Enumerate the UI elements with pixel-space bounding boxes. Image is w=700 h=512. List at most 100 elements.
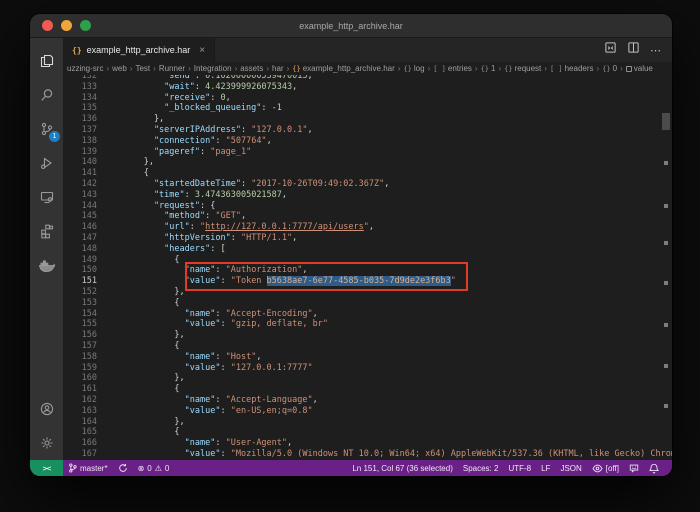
code-line[interactable]: 133"wait": 4.423999926075343,	[63, 82, 672, 93]
code-line[interactable]: 158"name": "Host",	[63, 352, 672, 363]
code-line[interactable]: 151"value": "Token b5638ae7-6e77-4585-b0…	[63, 276, 672, 287]
code-line[interactable]: 142"startedDateTime": "2017-10-26T09:49:…	[63, 179, 672, 190]
spell-checker-item[interactable]: [off]	[587, 460, 624, 476]
tab-example-http-archive[interactable]: {} example_http_archive.har ×	[63, 38, 215, 62]
line-number: 150	[63, 265, 113, 276]
overview-ruler-mark	[664, 161, 668, 165]
breadcrumb-item-web[interactable]: web	[112, 64, 127, 73]
code-line[interactable]: 141{	[63, 168, 672, 179]
code-line[interactable]: 144"request": {	[63, 201, 672, 212]
remote-explorer-icon[interactable]	[30, 180, 63, 214]
code-line[interactable]: 139"pageref": "page_1"	[63, 147, 672, 158]
account-icon[interactable]	[30, 392, 63, 426]
breadcrumb-item-test[interactable]: Test	[135, 64, 150, 73]
minimize-window-button[interactable]	[61, 20, 72, 31]
breadcrumb-item-integration[interactable]: Integration	[194, 64, 232, 73]
breadcrumb-item-entries[interactable]: [ ]entries	[433, 64, 472, 73]
breadcrumb-item-value[interactable]: value	[626, 64, 653, 73]
breadcrumb-item-example-http-archive-har[interactable]: {}example_http_archive.har	[292, 64, 395, 73]
line-number: 154	[63, 309, 113, 320]
token: ,	[241, 211, 246, 221]
code-line[interactable]: 132"send": 0.102000000539470013,	[63, 75, 672, 82]
token: },	[154, 114, 164, 124]
code-line[interactable]: 136},	[63, 114, 672, 125]
split-editor-icon[interactable]	[627, 41, 640, 59]
token: {	[174, 384, 179, 394]
open-changes-icon[interactable]	[604, 41, 617, 59]
breadcrumb-item-har[interactable]: har	[272, 64, 284, 73]
docker-icon[interactable]	[30, 248, 63, 282]
token: :	[231, 233, 241, 243]
code-line[interactable]: 140},	[63, 157, 672, 168]
token: :	[215, 352, 225, 362]
code-line[interactable]: 138"connection": "507764",	[63, 136, 672, 147]
breadcrumb-item-headers[interactable]: [ ]headers	[550, 64, 594, 73]
code-line[interactable]: 167"value": "Mozilla/5.0 (Windows NT 10.…	[63, 449, 672, 460]
code-line[interactable]: 160},	[63, 373, 672, 384]
eol-item[interactable]: LF	[536, 460, 555, 476]
code-line[interactable]: 134"receive": 0,	[63, 93, 672, 104]
run-debug-icon[interactable]	[30, 146, 63, 180]
code-line[interactable]: 145"method": "GET",	[63, 211, 672, 222]
code-line[interactable]: 154"name": "Accept-Encoding",	[63, 309, 672, 320]
code-line[interactable]: 135"_blocked_queueing": -1	[63, 103, 672, 114]
encoding-item[interactable]: UTF-8	[503, 460, 536, 476]
code-line[interactable]: 159"value": "127.0.0.1:7777"	[63, 363, 672, 374]
code-line[interactable]: 156},	[63, 330, 672, 341]
problems-item[interactable]: ⊗ 0 ⚠ 0	[133, 460, 175, 476]
code-line[interactable]: 163"value": "en-US,en;q=0.8"	[63, 406, 672, 417]
search-icon[interactable]	[30, 78, 63, 112]
code-line[interactable]: 137"serverIPAddress": "127.0.0.1",	[63, 125, 672, 136]
breadcrumb-item-assets[interactable]: assets	[240, 64, 263, 73]
token: :	[215, 438, 225, 448]
code-line[interactable]: 143"time": 3.474363005021587,	[63, 190, 672, 201]
code-line[interactable]: 162"name": "Accept-Language",	[63, 395, 672, 406]
sync-item[interactable]	[113, 460, 133, 476]
breadcrumb-item-0[interactable]: {}0	[602, 64, 617, 73]
line-number: 135	[63, 103, 113, 114]
code-line[interactable]: 148"headers": [	[63, 244, 672, 255]
notifications-item[interactable]	[644, 460, 664, 476]
code-text: },	[113, 114, 672, 125]
line-number: 134	[63, 93, 113, 104]
maximize-window-button[interactable]	[80, 20, 91, 31]
code-line[interactable]: 153{	[63, 298, 672, 309]
breadcrumb-item-1[interactable]: {}1	[481, 64, 496, 73]
code-line[interactable]: 150"name": "Authorization",	[63, 265, 672, 276]
indentation-item[interactable]: Spaces: 2	[458, 460, 504, 476]
cursor-position-item[interactable]: Ln 151, Col 67 (36 selected)	[347, 460, 458, 476]
breadcrumb-item-uzzing-src[interactable]: uzzing-src	[67, 64, 103, 73]
code-line[interactable]: 149{	[63, 255, 672, 266]
close-window-button[interactable]	[42, 20, 53, 31]
code-line[interactable]: 152},	[63, 287, 672, 298]
code-line[interactable]: 155"value": "gzip, deflate, br"	[63, 319, 672, 330]
code-line[interactable]: 161{	[63, 384, 672, 395]
code-line[interactable]: 147"httpVersion": "HTTP/1.1",	[63, 233, 672, 244]
settings-gear-icon[interactable]	[30, 426, 63, 460]
code-line[interactable]: 165{	[63, 427, 672, 438]
breadcrumb-label: entries	[448, 64, 472, 73]
extensions-icon[interactable]	[30, 214, 63, 248]
source-control-icon[interactable]: 1	[30, 112, 63, 146]
git-branch-item[interactable]: master*	[63, 460, 113, 476]
more-actions-icon[interactable]: ⋯	[650, 44, 662, 57]
code-line[interactable]: 166"name": "User-Agent",	[63, 438, 672, 449]
remote-indicator[interactable]: ><	[30, 460, 63, 476]
breadcrumb-item-log[interactable]: {}log	[403, 64, 424, 73]
code-line[interactable]: 146"url": "http://127.0.0.1:7777/api/use…	[63, 222, 672, 233]
feedback-item[interactable]	[624, 460, 644, 476]
token: -1	[272, 103, 282, 113]
token: ,	[256, 352, 261, 362]
token: :	[241, 179, 251, 189]
language-mode-item[interactable]: JSON	[555, 460, 586, 476]
breadcrumb-item-runner[interactable]: Runner	[159, 64, 185, 73]
breadcrumb-item-request[interactable]: {}request	[504, 64, 541, 73]
code-line[interactable]: 157{	[63, 341, 672, 352]
explorer-icon[interactable]	[30, 44, 63, 78]
scrollbar-thumb[interactable]	[662, 113, 670, 130]
code-line[interactable]: 164},	[63, 417, 672, 428]
token: :	[215, 265, 225, 275]
token: "request"	[154, 201, 200, 211]
branch-icon	[68, 463, 77, 473]
tab-close-icon[interactable]: ×	[199, 45, 205, 56]
